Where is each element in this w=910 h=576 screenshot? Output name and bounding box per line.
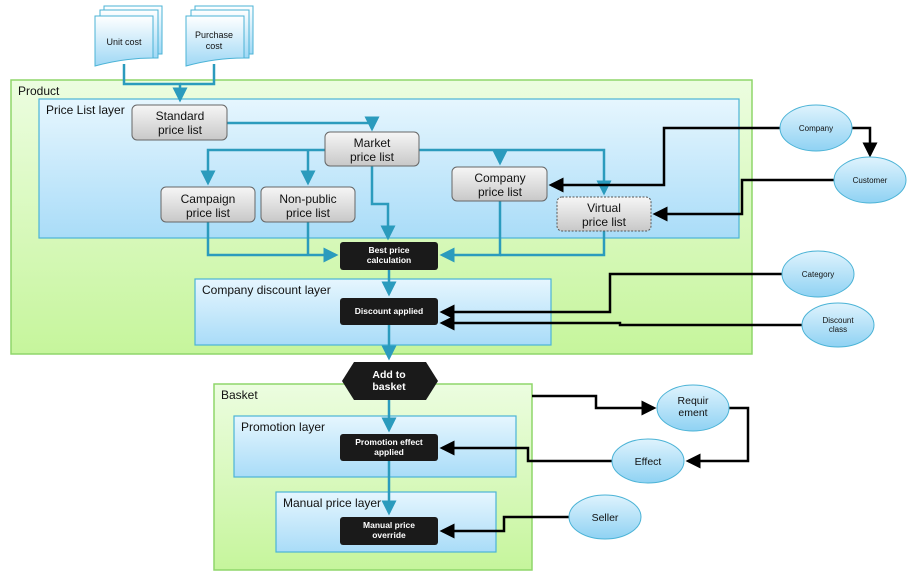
svg-text:Seller: Seller [592, 512, 619, 524]
svg-text:Customer: Customer [853, 176, 888, 185]
svg-text:Standardprice list: Standard price list [156, 109, 205, 137]
unit-cost-document: Unit cost [94, 5, 163, 67]
svg-text:Unit cost: Unit cost [106, 37, 142, 47]
promotion-layer-label: Promotion layer [241, 420, 325, 434]
svg-text:Marketprice list: Market price list [350, 136, 395, 164]
purchase-cost-document: Purchase cost [185, 5, 254, 67]
discount-class-entity[interactable]: Discount class [801, 302, 875, 348]
svg-text:Requirement: Requir ement [678, 395, 709, 419]
svg-text:Companyprice list: Company price list [474, 171, 525, 199]
seller-entity[interactable]: Seller [568, 494, 642, 540]
svg-text:Effect: Effect [635, 456, 662, 468]
svg-text:Virtualprice list: Virtual price list [582, 201, 627, 229]
discount-applied[interactable]: Discount applied [340, 298, 438, 325]
best-price-calculation[interactable]: Best price calculation [340, 242, 438, 270]
requirement-entity[interactable]: Requir ement [656, 384, 730, 432]
svg-text:Company: Company [799, 124, 833, 133]
pricing-diagram: Product Price List layer Company discoun… [10, 5, 907, 571]
manual-price-layer-label: Manual price layer [283, 496, 381, 510]
market-price-list[interactable]: Market price list [324, 131, 420, 167]
non-public-price-list[interactable]: Non-public price list [260, 186, 356, 223]
unit-cost-label: Unit cost [106, 37, 142, 47]
promotion-effect-applied[interactable]: Promotion effect applied [340, 434, 438, 461]
svg-text:Non-publicprice list: Non-public price list [279, 192, 336, 220]
svg-text:Category: Category [802, 270, 834, 279]
customer-entity[interactable]: Customer [833, 156, 907, 204]
virtual-price-list[interactable]: Virtual price list [556, 196, 652, 232]
basket-label: Basket [221, 388, 258, 402]
svg-text:Add tobasket: Add to basket [372, 369, 406, 393]
svg-text:Discount applied: Discount applied [355, 306, 423, 316]
svg-text:Campaignprice list: Campaign price list [181, 192, 236, 220]
company-discount-layer-label: Company discount layer [202, 283, 331, 297]
price-list-layer-label: Price List layer [46, 103, 125, 117]
add-to-basket[interactable]: Add to basket [342, 362, 438, 400]
product-label: Product [18, 84, 60, 98]
standard-price-list[interactable]: Standard price list [131, 104, 228, 141]
category-entity[interactable]: Category [781, 250, 855, 298]
campaign-price-list[interactable]: Campaign price list [160, 186, 256, 223]
svg-text:Best pricecalculation: Best price calculation [367, 245, 411, 265]
company-price-list[interactable]: Company price list [451, 166, 548, 202]
manual-price-override[interactable]: Manual price override [340, 517, 438, 545]
company-entity[interactable]: Company [779, 104, 853, 152]
effect-entity[interactable]: Effect [611, 438, 685, 484]
